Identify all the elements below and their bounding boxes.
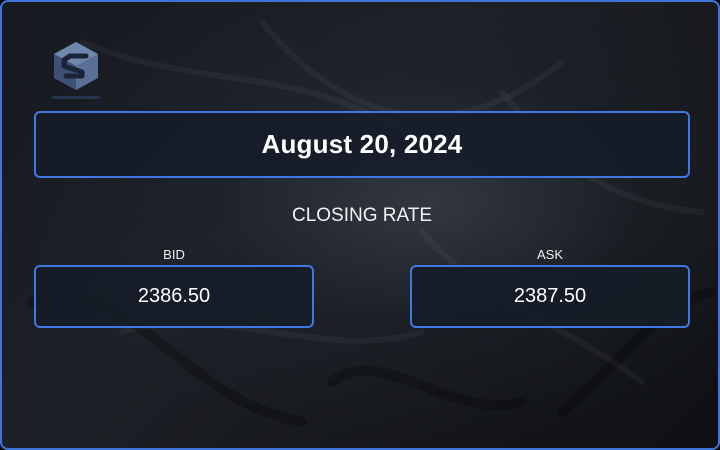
bid-panel: 2386.50 bbox=[34, 265, 314, 328]
brand-logo bbox=[48, 38, 104, 104]
closing-date: August 20, 2024 bbox=[261, 129, 463, 159]
ask-label: ASK bbox=[536, 247, 563, 262]
ask-value: 2387.50 bbox=[513, 285, 587, 307]
closing-rate-heading: CLOSING RATE bbox=[291, 205, 433, 226]
bid-label: BID bbox=[163, 247, 185, 262]
s-cube-logo-icon bbox=[52, 42, 100, 99]
ask-panel: 2387.50 bbox=[410, 265, 690, 328]
closing-rate-card: August 20, 2024 CLOSING RATE BID 2386.50… bbox=[0, 0, 720, 450]
bid-value: 2386.50 bbox=[137, 285, 211, 307]
date-panel: August 20, 2024 bbox=[34, 111, 690, 178]
